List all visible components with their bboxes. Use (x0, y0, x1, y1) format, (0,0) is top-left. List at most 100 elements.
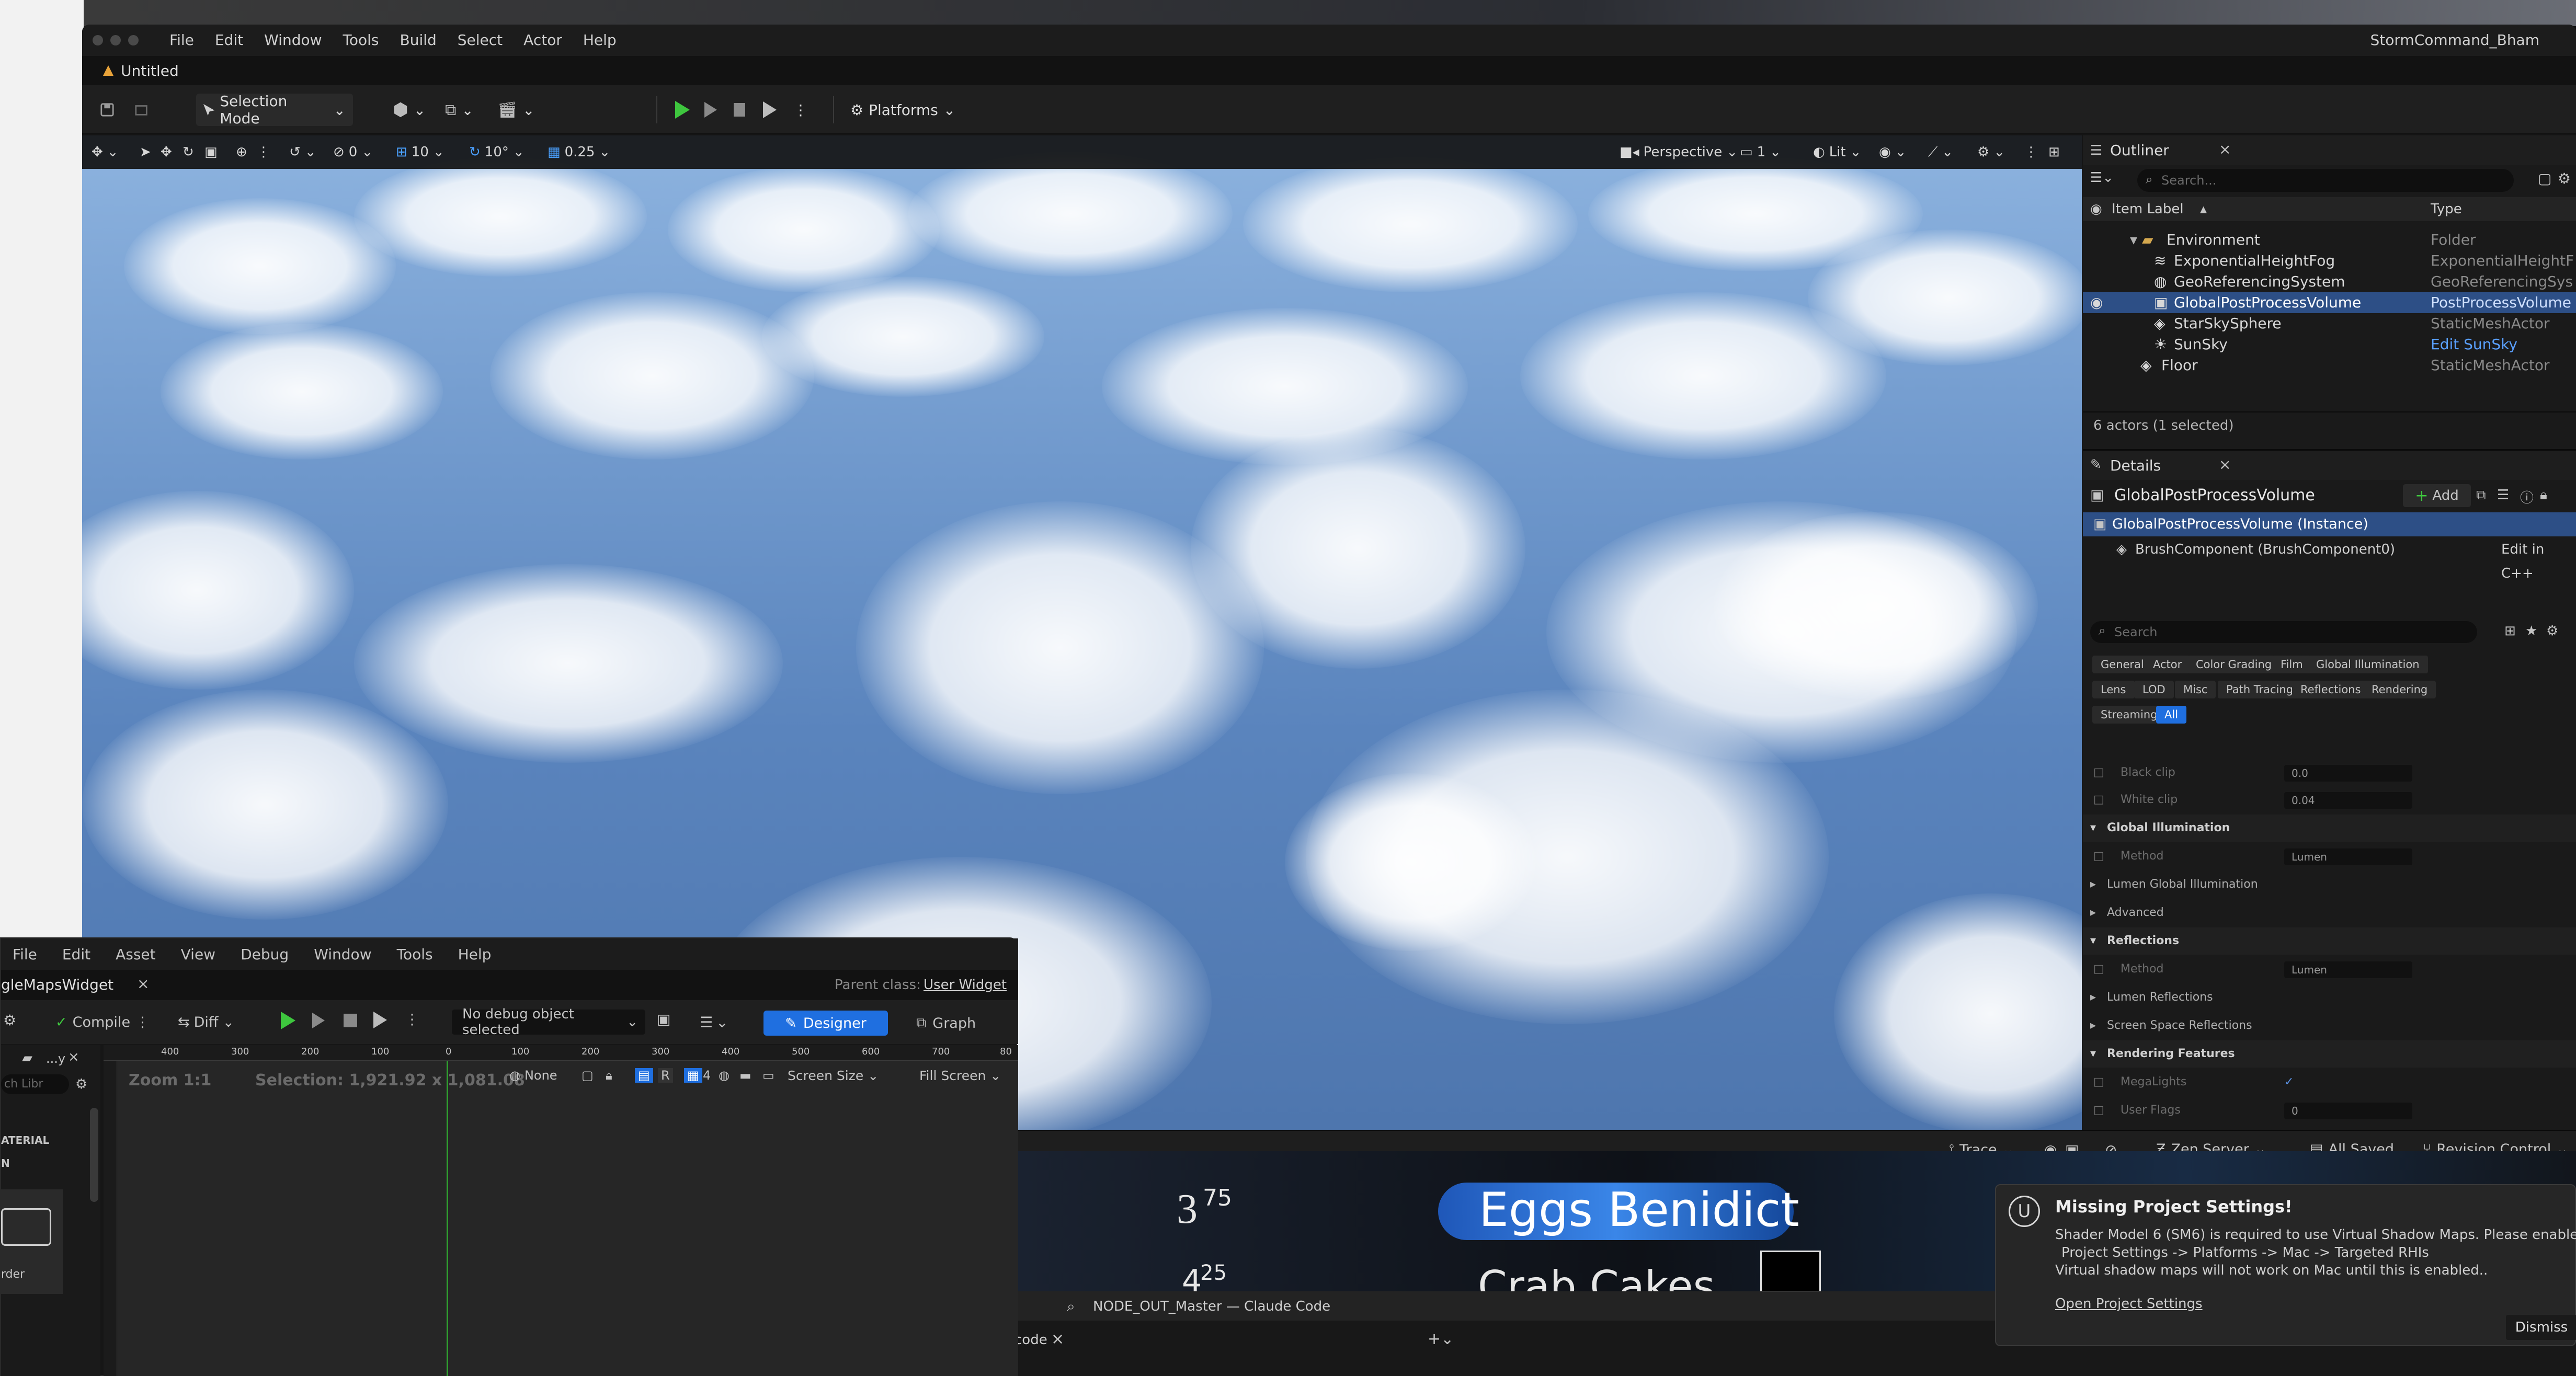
diff-dropdown[interactable]: ⇆ Diff ⌄ (178, 1010, 234, 1035)
details-title[interactable]: Details (2110, 457, 2161, 474)
stop-icon[interactable] (344, 1014, 357, 1027)
filter-chip-misc[interactable]: Misc (2175, 681, 2216, 698)
gear-icon[interactable]: ⚙︎ (75, 1076, 87, 1092)
palette-category-n[interactable]: N (1, 1157, 10, 1169)
component-brush-row[interactable]: ◈ BrushComponent (BrushComponent0) Edit … (2083, 537, 2576, 581)
checkbox[interactable]: □ (2093, 956, 2104, 983)
minimize-window-button[interactable] (110, 35, 121, 45)
visibility-eye-icon[interactable]: ◉ (2090, 292, 2103, 313)
close-icon[interactable]: × (2219, 456, 2231, 473)
device-icon[interactable]: ▬ (739, 1068, 751, 1083)
checkbox[interactable]: □ (2093, 786, 2104, 813)
zoom-window-button[interactable] (128, 35, 139, 45)
dpi-icon[interactable]: ▭ (762, 1068, 774, 1083)
palette-border-tile[interactable]: rder (1, 1189, 63, 1294)
close-icon[interactable]: × (137, 975, 149, 992)
checkbox[interactable]: □ (2093, 1097, 2104, 1124)
dismiss-button[interactable]: Dismiss (2506, 1315, 2576, 1340)
details-search-input[interactable]: Search (2090, 621, 2477, 643)
reflection-method-dropdown[interactable]: Lumen (2284, 961, 2412, 978)
category-rendering-features[interactable]: ▾ Rendering Features (2083, 1040, 2576, 1068)
outliner-row-georef[interactable]: ◍ GeoReferencingSystem GeoReferencingSys (2083, 271, 2576, 292)
platforms-dropdown[interactable]: ⚙︎ Platforms ⌄ (843, 94, 958, 126)
claude-tab-label[interactable]: code (1015, 1332, 1047, 1348)
save-icon[interactable] (93, 94, 122, 126)
filter-chip-actor[interactable]: Actor (2145, 656, 2191, 673)
help-icon[interactable]: ⓘ (2520, 487, 2534, 507)
more-icon[interactable]: ⋮ (2024, 142, 2038, 163)
palette-category-material[interactable]: ATERIAL (1, 1134, 49, 1146)
browse-icon[interactable] (127, 94, 156, 126)
scale-snap-dropdown[interactable]: ▦ 0.25 ⌄ (548, 142, 610, 163)
world-local-icon[interactable]: ⊕ (236, 142, 247, 163)
angle-snap-dropdown[interactable]: ↻ 10° ⌄ (469, 142, 525, 163)
column-item-label[interactable]: Item Label (2112, 197, 2184, 221)
menu-build[interactable]: Build (389, 25, 447, 56)
table-view-icon[interactable]: ⊞ (2504, 623, 2516, 639)
column-type[interactable]: Type (2431, 197, 2462, 221)
menu-select[interactable]: Select (447, 25, 513, 56)
outliner-row-postprocess-selected[interactable]: ◉ ▣ GlobalPostProcessVolume PostProcessV… (2083, 292, 2576, 313)
menu-window[interactable]: Window (289, 946, 371, 963)
step-button[interactable] (697, 94, 723, 126)
palette-scrollbar[interactable] (90, 1108, 98, 1202)
group-lumen-gi[interactable]: ▸ Lumen Global Illumination (2083, 871, 2576, 898)
megalights-checkbox[interactable]: ✓ (2284, 1069, 2294, 1096)
menu-actor[interactable]: Actor (513, 25, 573, 56)
add-folder-icon[interactable]: ▢ (2538, 170, 2551, 187)
outliner-title[interactable]: Outliner (2110, 142, 2169, 159)
edit-cpp-link[interactable]: Edit in C++ (2501, 537, 2576, 586)
rotation-snap-dropdown[interactable]: ⊘ 0 ⌄ (333, 142, 373, 163)
parent-class-link[interactable]: User Widget (924, 977, 1007, 993)
lock-icon[interactable]: 🔒︎ (606, 1068, 612, 1083)
blueprint-icon[interactable]: ⧉ (2476, 487, 2486, 503)
stop-button[interactable] (726, 94, 753, 126)
menu-window[interactable]: Window (254, 25, 332, 56)
respect-locks-icon[interactable]: R (658, 1068, 673, 1083)
selected-actor-name[interactable]: GlobalPostProcessVolume (2114, 486, 2315, 504)
step-icon[interactable] (312, 1013, 325, 1028)
gear-icon[interactable]: ⚙︎ (2558, 170, 2571, 187)
filter-chip-reflections[interactable]: Reflections (2292, 681, 2369, 698)
category-reflections[interactable]: ▾ Reflections (2083, 927, 2576, 955)
fill-screen-dropdown[interactable]: Fill Screen ⌄ (919, 1068, 1001, 1083)
screen-size-dropdown[interactable]: Screen Size ⌄ (788, 1068, 879, 1083)
filter-icon[interactable]: ☰⌄ (2090, 170, 2137, 191)
hierarchy-icon[interactable]: ☰ (2497, 487, 2509, 503)
checkbox[interactable]: □ (2093, 843, 2104, 870)
find-in-level-icon[interactable]: ▣ (657, 1011, 670, 1028)
grid-snap-icon[interactable]: ▦ (684, 1068, 702, 1083)
play-options-button[interactable]: ⋮ (786, 94, 808, 126)
menu-file[interactable]: File (1, 946, 37, 963)
perspective-dropdown[interactable]: ■◂ Perspective ⌄ (1620, 142, 1738, 163)
filter-chip-lens[interactable]: Lens (2092, 681, 2135, 698)
settings-dropdown[interactable]: ⚙︎ ⌄ (1977, 142, 2005, 163)
user-name[interactable]: StormCommand_Bham (2370, 25, 2539, 56)
rotate-tool-icon[interactable]: ↻ (183, 142, 194, 163)
menu-help[interactable]: Help (573, 25, 627, 56)
localization-dropdown[interactable]: ◍ None (509, 1068, 557, 1083)
outliner-search-input[interactable]: Search... (2137, 169, 2514, 192)
menu-file[interactable]: File (159, 25, 204, 56)
more-icon[interactable]: ⋮ (257, 142, 270, 163)
user-flags-field[interactable]: 0 (2284, 1103, 2412, 1119)
surface-snap-dropdown[interactable]: ↺ ⌄ (289, 142, 316, 163)
menu-help[interactable]: Help (433, 946, 492, 963)
favorites-star-icon[interactable]: ★ (2525, 623, 2537, 639)
camera-speed-dropdown[interactable]: ▭ 1 ⌄ (1740, 142, 1781, 163)
browse-icon[interactable]: ⚙︎ (3, 1012, 16, 1029)
designer-tab-button[interactable]: ✎ Designer (763, 1011, 888, 1036)
menu-view[interactable]: View (156, 946, 215, 963)
eject-icon[interactable] (373, 1012, 387, 1028)
toggle-icon[interactable]: ▢ (582, 1068, 594, 1083)
show-dropdown[interactable]: ◉ ⌄ (1879, 142, 1906, 163)
filter-chip-general[interactable]: General (2092, 656, 2152, 673)
grid-snap-value[interactable]: 4 (703, 1068, 711, 1083)
more-icon[interactable]: ⋮ (405, 1011, 419, 1028)
tab-untitled[interactable]: Untitled (93, 56, 189, 85)
preview-icon[interactable]: ◍ (719, 1068, 730, 1083)
checkbox[interactable]: □ (2093, 759, 2104, 786)
white-clip-field[interactable]: 0.04 (2284, 792, 2412, 809)
select-tool-icon[interactable]: ➤ (140, 142, 151, 163)
menu-tools[interactable]: Tools (372, 946, 433, 963)
